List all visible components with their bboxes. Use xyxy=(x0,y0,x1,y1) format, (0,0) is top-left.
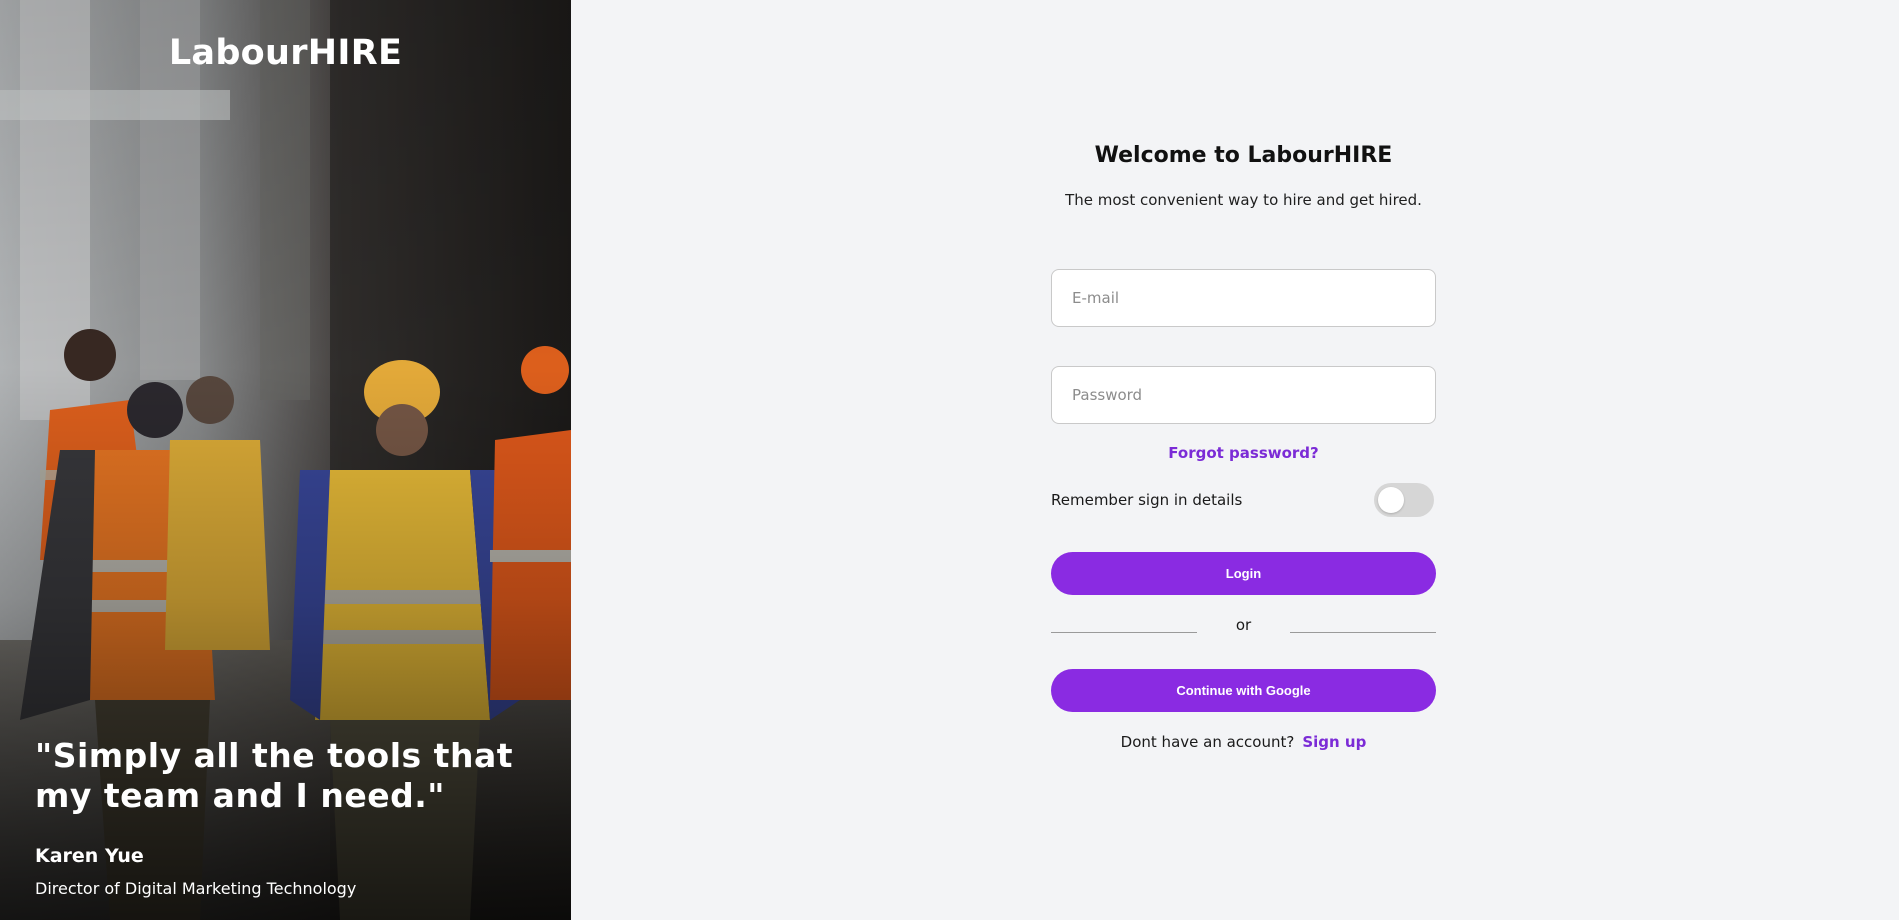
testimonial-quote: "Simply all the tools that my team and I… xyxy=(35,736,513,815)
remember-label: Remember sign in details xyxy=(1051,491,1243,509)
testimonial-author-role: Director of Digital Marketing Technology xyxy=(35,879,357,898)
password-field-container xyxy=(1051,366,1436,424)
toggle-knob xyxy=(1378,487,1404,513)
testimonial-author-name: Karen Yue xyxy=(35,845,144,867)
divider-right xyxy=(1290,632,1436,633)
signup-row: Dont have an account? Sign up xyxy=(1051,733,1436,751)
password-field[interactable] xyxy=(1052,367,1435,423)
hero-panel: LabourHIRE "Simply all the tools that my… xyxy=(0,0,571,920)
signup-link[interactable]: Sign up xyxy=(1302,733,1366,751)
email-field[interactable] xyxy=(1052,270,1435,326)
forgot-password-link[interactable]: Forgot password? xyxy=(1051,444,1436,462)
brand-logo: LabourHIRE xyxy=(168,33,403,73)
page-subtitle: The most convenient way to hire and get … xyxy=(1065,191,1422,209)
page-title: Welcome to LabourHIRE xyxy=(1094,143,1393,168)
remember-toggle[interactable] xyxy=(1374,483,1434,517)
email-field-container xyxy=(1051,269,1436,327)
login-button[interactable]: Login xyxy=(1051,552,1436,595)
login-page: LabourHIRE "Simply all the tools that my… xyxy=(0,0,1899,920)
signup-prompt: Dont have an account? xyxy=(1120,733,1295,751)
google-signin-button[interactable]: Continue with Google xyxy=(1051,669,1436,712)
form-panel: Welcome to LabourHIRE The most convenien… xyxy=(571,0,1899,920)
